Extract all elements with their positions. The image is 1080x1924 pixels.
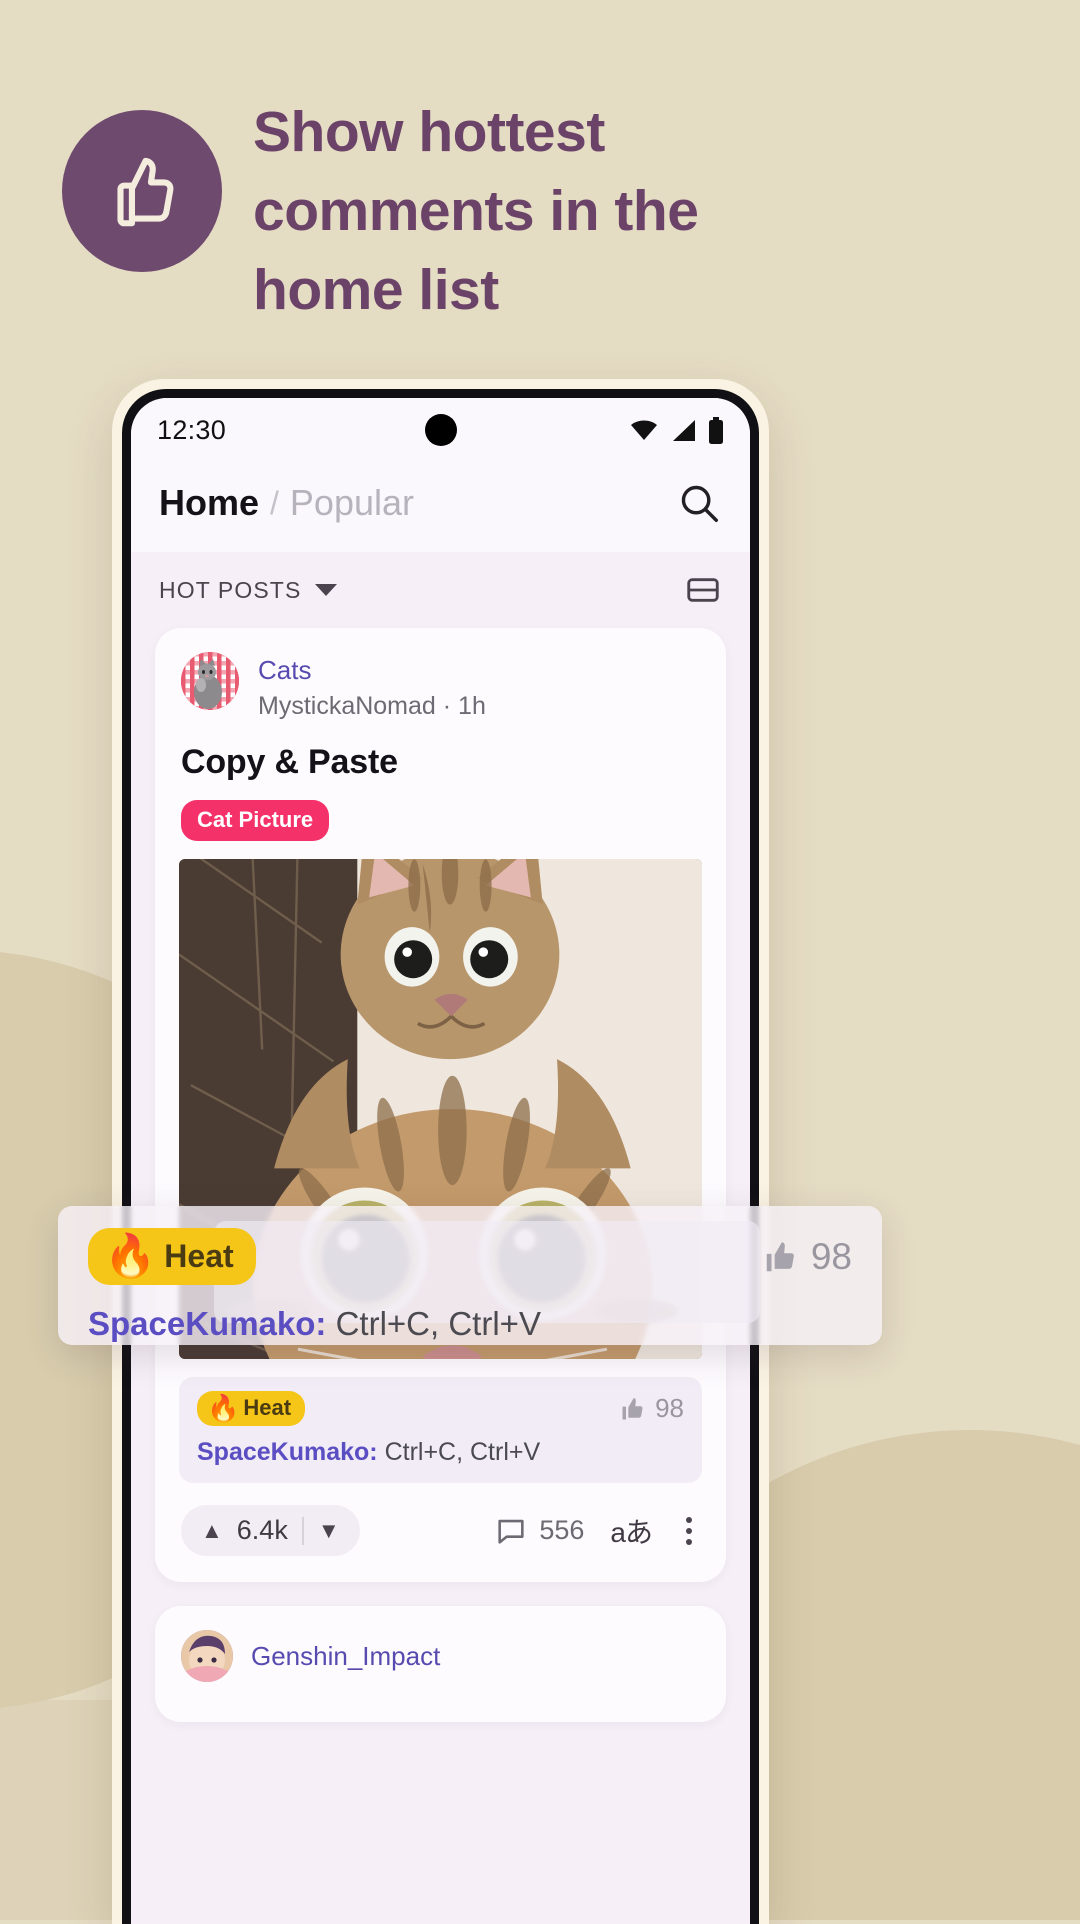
post-header: Cats MystickaNomad · 1h	[155, 628, 726, 723]
phone-mockup: 12:30 Home / Popular HOT POSTS Cats Myst…	[112, 379, 769, 1924]
heat-badge: 🔥 Heat	[197, 1391, 306, 1427]
breadcrumb-home[interactable]: Home	[159, 482, 259, 524]
magnified-like-count: 98	[810, 1235, 852, 1277]
thumbs-up-icon	[62, 110, 222, 272]
subreddit-name-next[interactable]: Genshin_Impact	[251, 1641, 440, 1672]
breadcrumb-popular[interactable]: Popular	[290, 482, 414, 524]
app-header: Home / Popular	[131, 462, 750, 552]
camera-punch-hole	[424, 414, 457, 446]
search-icon[interactable]	[676, 480, 722, 526]
post-card-next[interactable]: Genshin_Impact	[155, 1606, 726, 1723]
vote-divider	[301, 1516, 304, 1545]
promo-banner: Show hottest comments in the home list	[0, 0, 1080, 380]
comment-bubble-icon	[494, 1514, 528, 1548]
post-header-text: Cats MystickaNomad · 1h	[258, 652, 486, 723]
thumbs-up-icon	[762, 1238, 800, 1276]
fire-emoji: 🔥	[207, 1393, 240, 1424]
comments-button[interactable]: 556	[494, 1514, 584, 1548]
comments-count: 556	[539, 1515, 585, 1546]
post-title[interactable]: Copy & Paste	[155, 723, 726, 782]
phone-screen: 12:30 Home / Popular HOT POSTS Cats Myst…	[131, 398, 750, 1924]
translate-icon[interactable]: aあ	[610, 1511, 653, 1551]
hot-comment-likes[interactable]: 98	[619, 1393, 684, 1424]
phone-bezel: 12:30 Home / Popular HOT POSTS Cats Myst…	[122, 389, 759, 1924]
vote-score: 6.4k	[236, 1515, 288, 1546]
hot-comment-body: SpaceKumako: Ctrl+C, Ctrl+V	[197, 1438, 684, 1467]
hot-comment-row[interactable]: 🔥 Heat 98 SpaceKumako: Ctrl+C, Ctrl+V	[179, 1377, 702, 1484]
action-right-group: 556 aあ	[494, 1511, 700, 1551]
feed-toolbar: HOT POSTS	[131, 552, 750, 628]
wifi-icon	[629, 418, 659, 442]
downvote-icon[interactable]: ▼	[318, 1518, 340, 1544]
chevron-down-icon[interactable]	[315, 584, 338, 596]
post-flair[interactable]: Cat Picture	[181, 800, 330, 842]
vote-pill[interactable]: ▲ 6.4k ▼	[181, 1505, 360, 1557]
fire-emoji: 🔥	[104, 1232, 157, 1279]
avatar[interactable]	[181, 652, 239, 710]
magnified-comment-text: Ctrl+C, Ctrl+V	[335, 1305, 541, 1342]
magnified-comment-body: SpaceKumako: Ctrl+C, Ctrl+V	[88, 1305, 852, 1343]
status-time: 12:30	[157, 414, 227, 445]
flair-row: Cat Picture	[155, 782, 726, 859]
battery-icon	[708, 416, 724, 444]
status-bar: 12:30	[131, 398, 750, 462]
breadcrumb-separator: /	[270, 484, 279, 521]
magnified-comment-likes[interactable]: 98	[762, 1236, 852, 1278]
magnified-comment-author[interactable]: SpaceKumako:	[88, 1305, 326, 1342]
card-layout-icon[interactable]	[684, 571, 722, 609]
hot-comment-author[interactable]: SpaceKumako:	[197, 1438, 378, 1466]
magnified-comment-inner: 🔥 Heat 98 SpaceKumako: Ctrl+C, Ctrl+V	[58, 1206, 882, 1345]
magnified-comment-callout: 🔥 Heat 98 SpaceKumako: Ctrl+C, Ctrl+V	[58, 1206, 882, 1345]
thumbs-up-icon	[619, 1395, 647, 1423]
sort-selector-label[interactable]: HOT POSTS	[159, 577, 301, 604]
status-icons	[629, 416, 724, 444]
hot-comment-like-count: 98	[655, 1393, 684, 1424]
heat-badge: 🔥 Heat	[88, 1228, 256, 1285]
magnified-comment-top: 🔥 Heat 98	[88, 1228, 852, 1285]
hot-comment-text: Ctrl+C, Ctrl+V	[384, 1438, 541, 1467]
heat-badge-label: Heat	[164, 1237, 234, 1274]
post-header-next: Genshin_Impact	[155, 1606, 726, 1722]
avatar[interactable]	[181, 1630, 233, 1683]
cellular-signal-icon	[670, 418, 697, 443]
promo-headline: Show hottest comments in the home list	[253, 100, 699, 323]
post-meta: MystickaNomad · 1h	[258, 691, 486, 720]
more-vertical-icon[interactable]	[678, 1515, 700, 1547]
post-card[interactable]: Cats MystickaNomad · 1h Copy & Paste Cat…	[155, 628, 726, 1583]
subreddit-name[interactable]: Cats	[258, 654, 486, 687]
hot-comment-top: 🔥 Heat 98	[197, 1391, 684, 1427]
post-action-bar: ▲ 6.4k ▼ 556 aあ	[155, 1483, 726, 1582]
heat-badge-label: Heat	[243, 1395, 292, 1421]
upvote-icon[interactable]: ▲	[201, 1518, 223, 1544]
